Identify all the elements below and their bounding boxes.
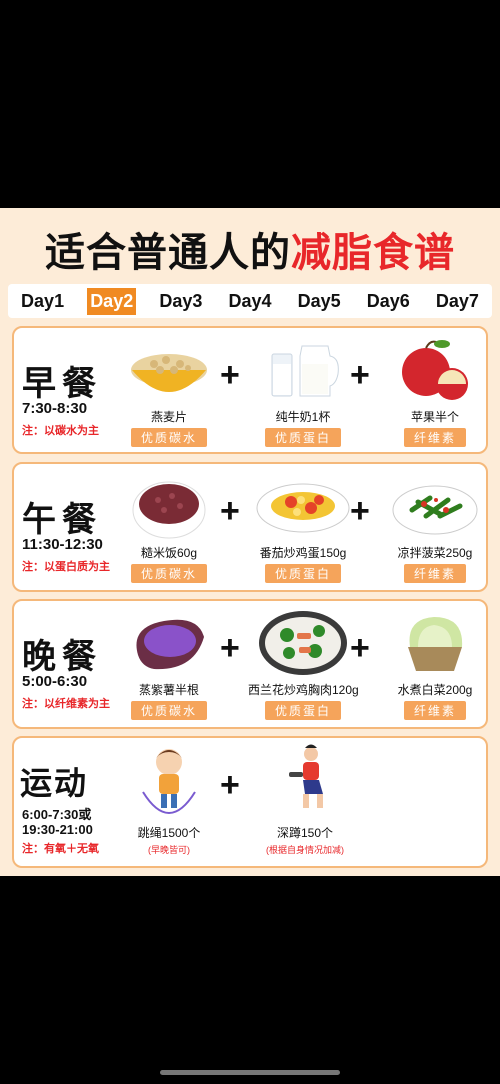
food-name: 凉拌菠菜250g (397, 546, 473, 560)
exercise-subnote: (根据自身情况加减) (266, 845, 344, 855)
apple-icon (402, 340, 468, 400)
meal-note: 注：以碳水为主 (22, 425, 99, 437)
exercise-subnote: (早晚皆可) (148, 845, 190, 855)
food-name: 燕麦片 (150, 410, 187, 424)
food-item: 蒸紫薯半根 优质碳水 (114, 607, 224, 720)
milk-icon (271, 345, 339, 397)
tab-day7[interactable]: Day7 (433, 288, 482, 315)
food-item: 糙米饭60g 优质碳水 (114, 470, 224, 583)
tab-day2[interactable]: Day2 (87, 287, 137, 315)
squat-icon (289, 744, 323, 808)
exercise-item: 深蹲150个 (根据自身情况加减) (250, 742, 360, 856)
meal-name: 早餐 (22, 364, 102, 404)
breakfast-card: 早餐 7:30-8:30 注：以碳水为主 燕麦片 优质碳水 + 纯牛奶1杯 优质… (12, 326, 488, 454)
lunch-card: 午餐 11:30-12:30 注：以蛋白质为主 糙米饭60g 优质碳水 + 番茄… (12, 462, 488, 592)
tomato-egg-icon (256, 483, 350, 533)
food-name: 西兰花炒鸡胸肉120g (248, 683, 359, 697)
broccoli-chicken-icon (259, 611, 347, 675)
food-item: 水煮白菜200g 纤维素 (380, 607, 490, 720)
tab-day1[interactable]: Day1 (18, 288, 67, 315)
brown-rice-icon (132, 481, 206, 539)
plus-sign: + (350, 356, 370, 394)
title-part-2: 减脂食谱 (291, 230, 455, 276)
title-part-1: 适合普通人的 (45, 230, 291, 276)
plus-sign: + (220, 356, 240, 394)
plus-sign: + (220, 766, 240, 804)
food-tag: 纤维素 (403, 701, 466, 720)
meal-time: 7:30-8:30 (22, 400, 88, 417)
food-item: 番茄炒鸡蛋150g 优质蛋白 (248, 470, 358, 583)
food-item: 纯牛奶1杯 优质蛋白 (248, 334, 358, 447)
tab-day6[interactable]: Day6 (364, 288, 413, 315)
dinner-card: 晚餐 5:00-6:30 注：以纤维素为主 蒸紫薯半根 优质碳水 + 西兰花炒鸡… (12, 599, 488, 729)
plus-sign: + (350, 629, 370, 667)
jump-rope-icon (142, 749, 196, 814)
exercise-name: 深蹲150个 (276, 826, 334, 840)
food-item: 燕麦片 优质碳水 (114, 334, 224, 447)
exercise-title: 运动 (20, 764, 89, 802)
meal-time: 11:30-12:30 (22, 536, 103, 553)
plus-sign: + (350, 492, 370, 530)
exercise-time-1: 6:00-7:30或 (22, 807, 92, 822)
food-name: 番茄炒鸡蛋150g (259, 546, 347, 560)
food-tag: 纤维素 (403, 428, 466, 447)
food-name: 纯牛奶1杯 (275, 410, 331, 424)
food-name: 糙米饭60g (140, 546, 198, 560)
food-tag: 优质蛋白 (264, 428, 341, 447)
food-item: 西兰花炒鸡胸肉120g 优质蛋白 (248, 607, 359, 720)
meal-name: 晚餐 (22, 637, 102, 677)
cabbage-icon (408, 617, 463, 671)
food-tag: 优质碳水 (130, 564, 207, 583)
meal-name: 午餐 (22, 500, 102, 540)
day-tabs: Day1 Day2 Day3 Day4 Day5 Day6 Day7 (8, 284, 492, 318)
food-tag: 优质碳水 (130, 428, 207, 447)
food-tag: 优质蛋白 (264, 701, 341, 720)
meal-note: 注：以蛋白质为主 (22, 561, 110, 573)
exercise-name: 跳绳1500个 (137, 826, 201, 840)
oats-icon (131, 354, 207, 392)
exercise-time-2: 19:30-21:00 (22, 822, 93, 837)
purple-potato-icon (136, 619, 204, 670)
meal-note: 注：以纤维素为主 (22, 698, 110, 710)
food-name: 苹果半个 (410, 410, 459, 424)
spinach-icon (392, 485, 478, 535)
food-name: 蒸紫薯半根 (138, 683, 199, 697)
meal-time: 5:00-6:30 (22, 673, 88, 690)
food-item: 苹果半个 纤维素 (380, 334, 490, 447)
tab-day4[interactable]: Day4 (225, 288, 274, 315)
exercise-card: 运动 6:00-7:30或 19:30-21:00 注：有氧＋无氧 跳绳1500… (12, 736, 488, 868)
page-title: 适合普通人的减脂食谱 (0, 220, 500, 278)
home-indicator[interactable] (160, 1070, 340, 1075)
food-tag: 纤维素 (403, 564, 466, 583)
tab-day5[interactable]: Day5 (295, 288, 344, 315)
plus-sign: + (220, 492, 240, 530)
food-tag: 优质蛋白 (264, 564, 341, 583)
food-name: 水煮白菜200g (397, 683, 473, 697)
exercise-item: 跳绳1500个 (早晚皆可) (114, 742, 224, 856)
exercise-note: 注：有氧＋无氧 (22, 843, 99, 855)
food-item: 凉拌菠菜250g 纤维素 (380, 470, 490, 583)
tab-day3[interactable]: Day3 (156, 288, 205, 315)
plus-sign: + (220, 629, 240, 667)
food-tag: 优质碳水 (130, 701, 207, 720)
diet-poster: 适合普通人的减脂食谱 Day1 Day2 Day3 Day4 Day5 Day6… (0, 208, 500, 876)
